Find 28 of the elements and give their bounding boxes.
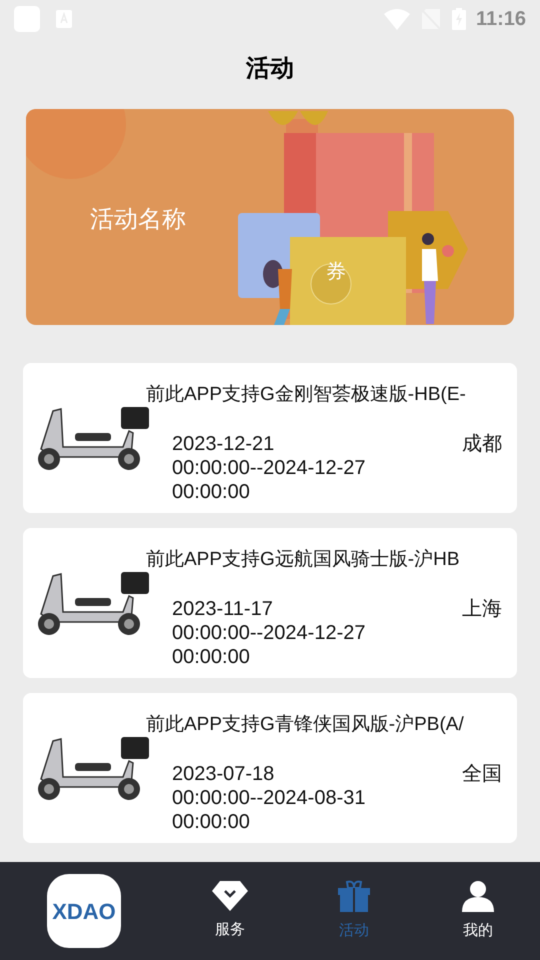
- activity-period-line: 00:00:00: [172, 810, 251, 834]
- nav-tab[interactable]: 我的: [416, 880, 540, 942]
- gift-icon: [338, 880, 370, 912]
- activity-city: 上海: [462, 596, 502, 620]
- page-title: 活动: [246, 54, 294, 84]
- activity-period-line: 00:00:00--2024-08-31: [172, 786, 366, 810]
- activity-period-line: 2023-07-18: [172, 762, 276, 786]
- nav-tab[interactable]: 服务: [168, 880, 292, 942]
- activity-city: 全国: [462, 762, 502, 786]
- activity-title: 前此APP支持G青锋侠国风版-沪PB(A/: [146, 712, 465, 737]
- activity-card[interactable]: 前此APP支持G青锋侠国风版-沪PB(A/ 2023-07-18 00:00:00--2024-08-31 00:00:00 全国: [23, 693, 517, 843]
- diamond-icon: [212, 880, 248, 911]
- activity-period-line: 00:00:00--2024-12-27: [172, 456, 366, 480]
- activity-title: 前此APP支持G金刚智荟极速版-HB(E-: [146, 383, 467, 407]
- coupon-label: 券: [325, 260, 347, 285]
- activity-period-line: 2023-11-17: [172, 596, 274, 620]
- activity-period-line: 00:00:00--2024-12-27: [172, 620, 366, 644]
- activity-title: 前此APP支持G远航国风骑士版-沪HB: [146, 548, 461, 572]
- activity-city: 成都: [462, 432, 502, 456]
- activity-period-line: 00:00:00: [172, 480, 251, 504]
- activity-period-line: 00:00:00: [172, 644, 251, 668]
- person-icon: [462, 880, 494, 912]
- app-logo[interactable]: XDAO: [47, 874, 121, 948]
- banner-title: 活动名称: [90, 205, 186, 235]
- activity-period-line: 2023-12-21: [172, 432, 276, 456]
- activity-card[interactable]: 前此APP支持G远航国风骑士版-沪HB 2023-11-17 00:00:00--2024-12-27 00:00:00 上海: [23, 528, 517, 678]
- status-time: 11:16: [476, 7, 526, 32]
- activity-card[interactable]: 前此APP支持G金刚智荟极速版-HB(E- 2023-12-21 00:00:00--2024-12-27 00:00:00 成都: [23, 363, 517, 513]
